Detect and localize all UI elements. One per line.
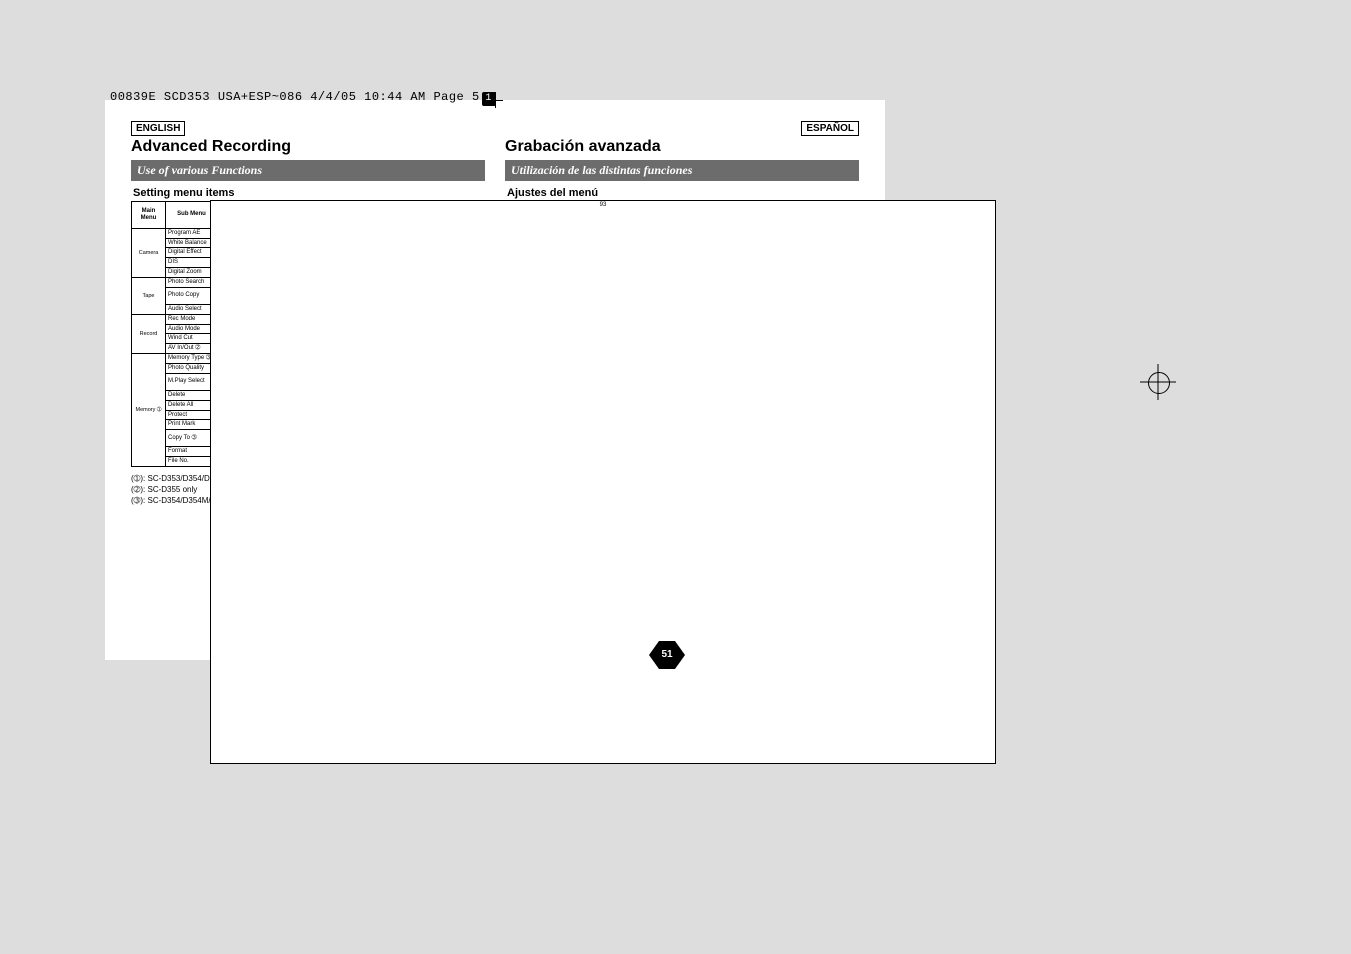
- group-cell: Memory ➀: [132, 354, 166, 467]
- left-subtitle: Use of various Functions: [131, 160, 485, 181]
- left-title: Advanced Recording: [131, 138, 485, 156]
- left-section: Setting menu items: [133, 187, 485, 199]
- group-cell: Record: [132, 314, 166, 354]
- page-number: 51: [649, 641, 685, 669]
- group-cell: Tape: [132, 278, 166, 315]
- right-table: Menú principal Submenú Funciones Modalid…: [505, 201, 859, 495]
- registration-mark-right: [1140, 364, 1176, 400]
- group-cell: Camera: [132, 228, 166, 277]
- language-box-es: ESPAÑOL: [801, 121, 859, 136]
- th-main: Main Menu: [132, 202, 166, 229]
- table-row: Archivo No.Opciones de asignación de nom…: [506, 484, 859, 494]
- right-title: Grabación avanzada: [505, 138, 859, 156]
- page-number-badge: 51: [649, 641, 685, 674]
- right-column: ESPAÑOL Grabación avanzada Utilización d…: [505, 118, 859, 534]
- running-head: 00839E SCD353 USA+ESP~086 4/4/05 10:44 A…: [105, 90, 496, 106]
- running-head-text: 00839E SCD353 USA+ESP~086 4/4/05 10:44 A…: [110, 90, 480, 104]
- crop-mark-top: [487, 92, 503, 108]
- right-subtitle: Utilización de las distintas funciones: [505, 160, 859, 181]
- right-section: Ajustes del menú: [507, 187, 859, 199]
- manual-page: 00839E SCD353 USA+ESP~086 4/4/05 10:44 A…: [105, 100, 885, 660]
- page-cell: 93: [210, 200, 996, 764]
- language-box-en: ENGLISH: [131, 121, 185, 136]
